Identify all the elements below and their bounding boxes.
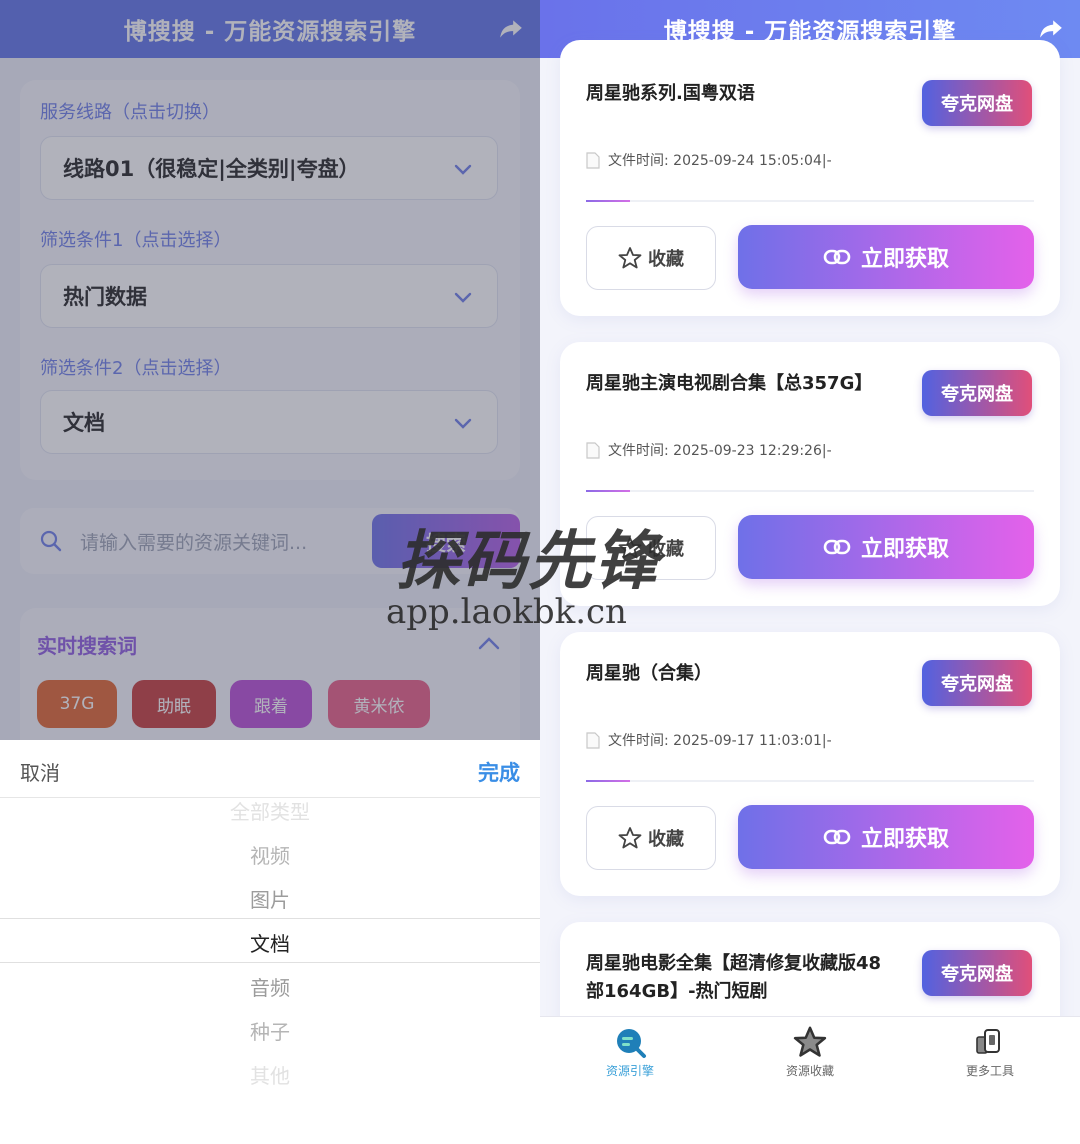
picker-option[interactable]: 其他 (0, 1060, 540, 1089)
result-time-text: 文件时间: 2025-09-17 11:03:01|- (608, 733, 832, 749)
search-engine-icon (617, 1029, 646, 1058)
type-picker: 取消 完成 全部类型 视频 图片 文档 音频 种子 其他 (0, 740, 540, 1144)
tools-icon (976, 1029, 1000, 1054)
link-icon (823, 829, 851, 845)
result-time: 文件时间: 2025-09-24 15:05:04|- (586, 150, 832, 170)
result-title: 周星驰主演电视剧合集【总357G】 (586, 373, 873, 394)
result-title: 周星驰（合集） (586, 663, 712, 684)
get-now-button[interactable]: 立即获取 (738, 225, 1034, 289)
result-card: 周星驰（合集） 夸克网盘 文件时间: 2025-09-17 11:03:01|-… (560, 632, 1060, 896)
result-divider (586, 490, 1034, 492)
favorite-button[interactable]: 收藏 (586, 226, 716, 290)
picker-option[interactable]: 音频 (0, 972, 540, 1001)
picker-done-button[interactable]: 完成 (478, 757, 520, 787)
tab-label: 资源收藏 (785, 1064, 834, 1078)
result-source-badge: 夸克网盘 (922, 660, 1032, 706)
watermark-brand: 探码先锋 (396, 525, 660, 599)
result-time-text: 文件时间: 2025-09-23 12:29:26|- (608, 443, 832, 459)
result-title: 周星驰电影全集【超清修复收藏版48部164GB】-热门短剧 (586, 953, 882, 1002)
link-icon (823, 539, 851, 555)
result-time: 文件时间: 2025-09-23 12:29:26|- (586, 440, 832, 460)
picker-option[interactable]: 图片 (0, 884, 540, 913)
tab-label: 资源引擎 (605, 1064, 654, 1078)
tab-resource-engine[interactable]: 资源引擎 (570, 1025, 690, 1079)
picker-highlight-top (0, 918, 540, 919)
watermark-url: app.laokbk.cn (386, 592, 627, 632)
picker-option[interactable]: 视频 (0, 840, 540, 869)
favorite-label: 收藏 (648, 249, 684, 270)
document-icon (586, 441, 600, 459)
star-icon (618, 247, 642, 269)
document-icon (586, 731, 600, 749)
star-icon (793, 1026, 827, 1057)
picker-header: 取消 完成 (0, 740, 540, 798)
tab-resource-favorites[interactable]: 资源收藏 (750, 1025, 870, 1079)
get-now-button[interactable]: 立即获取 (738, 805, 1034, 869)
get-now-button[interactable]: 立即获取 (738, 515, 1034, 579)
result-source-badge: 夸克网盘 (922, 80, 1032, 126)
result-source-badge: 夸克网盘 (922, 370, 1032, 416)
watermark: 探码先锋 app.laokbk.cn (386, 510, 716, 632)
picker-cancel-button[interactable]: 取消 (20, 757, 60, 786)
share-icon[interactable] (1038, 16, 1064, 42)
result-divider (586, 200, 1034, 202)
favorite-button[interactable]: 收藏 (586, 806, 716, 870)
result-source-badge: 夸克网盘 (922, 950, 1032, 996)
get-now-label: 立即获取 (860, 537, 949, 562)
link-icon (823, 249, 851, 265)
get-now-label: 立即获取 (860, 827, 949, 852)
tab-more-tools[interactable]: 更多工具 (930, 1025, 1050, 1079)
get-now-label: 立即获取 (860, 247, 949, 272)
picker-option-selected[interactable]: 文档 (0, 928, 540, 957)
screenshot-root: 博搜搜 - 万能资源搜索引擎 服务线路（点击切换） 线路01（很稳定|全类别|夸… (0, 0, 1080, 1144)
favorite-label: 收藏 (648, 829, 684, 850)
tab-label: 更多工具 (965, 1064, 1014, 1078)
picker-option[interactable]: 全部类型 (0, 796, 540, 825)
bottom-tab-bar: 资源引擎 资源收藏 更多工具 (540, 1016, 1080, 1144)
result-time-text: 文件时间: 2025-09-24 15:05:04|- (608, 153, 832, 169)
picker-highlight-bottom (0, 962, 540, 963)
document-icon (586, 151, 600, 169)
result-card: 周星驰系列.国粤双语 夸克网盘 文件时间: 2025-09-24 15:05:0… (560, 40, 1060, 316)
result-title: 周星驰系列.国粤双语 (586, 83, 755, 104)
result-time: 文件时间: 2025-09-17 11:03:01|- (586, 730, 832, 750)
result-divider (586, 780, 1034, 782)
picker-option[interactable]: 种子 (0, 1016, 540, 1045)
star-icon (618, 827, 642, 849)
